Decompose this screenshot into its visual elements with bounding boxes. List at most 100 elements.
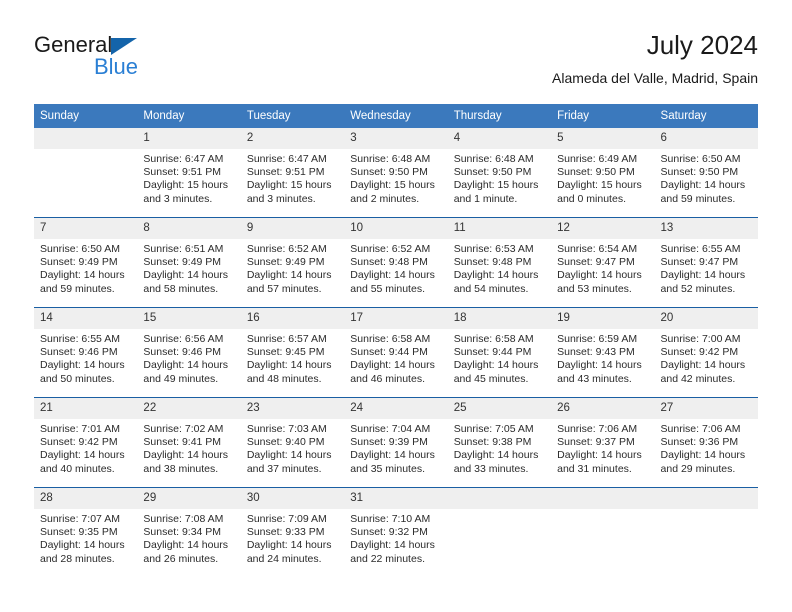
sunrise-text: Sunrise: 6:55 AM (660, 243, 741, 255)
day-cell[interactable]: 9 Sunrise: 6:52 AM Sunset: 9:49 PM Daylight… (240, 218, 345, 307)
day-details: Sunrise: 7:10 AM Sunset: 9:32 PM Daylight:… (344, 509, 447, 566)
daylight-text: Daylight: 14 hours and 49 minutes. (143, 359, 229, 385)
week-row: 1 Sunrise: 6:47 AM Sunset: 9:51 PM Daylight… (34, 128, 758, 217)
calendar-body: 1 Sunrise: 6:47 AM Sunset: 9:51 PM Daylight… (34, 128, 758, 577)
day-number: 12 (551, 218, 655, 239)
sunset-text: Sunset: 9:50 PM (453, 166, 532, 179)
day-details: Sunrise: 6:58 AM Sunset: 9:44 PM Daylight:… (344, 329, 447, 386)
daylight-text: Daylight: 15 hours and 2 minutes. (350, 179, 435, 205)
day-number: 11 (447, 218, 552, 239)
day-cell[interactable] (654, 488, 758, 577)
sunset-text: Sunset: 9:47 PM (660, 256, 739, 269)
day-cell[interactable]: 20 Sunrise: 7:00 AM Sunset: 9:42 PM Dayligh… (654, 308, 758, 397)
day-cell[interactable]: 6 Sunrise: 6:50 AM Sunset: 9:50 PM Daylight… (654, 128, 758, 217)
sunrise-text: Sunrise: 6:57 AM (246, 333, 327, 345)
day-cell[interactable]: 2 Sunrise: 6:47 AM Sunset: 9:51 PM Daylight… (240, 128, 345, 217)
day-details: Sunrise: 6:57 AM Sunset: 9:45 PM Daylight:… (241, 329, 344, 386)
day-number: 27 (654, 398, 758, 419)
day-number: 25 (447, 398, 552, 419)
day-details: Sunrise: 6:58 AM Sunset: 9:44 PM Daylight:… (448, 329, 551, 386)
day-cell[interactable] (34, 128, 138, 217)
sunrise-text: Sunrise: 7:08 AM (143, 513, 224, 525)
sunset-text: Sunset: 9:41 PM (143, 436, 222, 449)
day-cell[interactable]: 5 Sunrise: 6:49 AM Sunset: 9:50 PM Daylight… (551, 128, 655, 217)
day-number: 10 (344, 218, 448, 239)
day-number: 30 (240, 488, 345, 509)
day-details: Sunrise: 6:49 AM Sunset: 9:50 PM Daylight:… (551, 149, 654, 206)
day-cell[interactable]: 30 Sunrise: 7:09 AM Sunset: 9:33 PM Dayligh… (240, 488, 345, 577)
day-cell[interactable]: 10 Sunrise: 6:52 AM Sunset: 9:48 PM Dayligh… (344, 218, 448, 307)
sunrise-text: Sunrise: 6:54 AM (557, 243, 638, 255)
day-cell[interactable]: 3 Sunrise: 6:48 AM Sunset: 9:50 PM Daylight… (344, 128, 448, 217)
day-cell[interactable]: 24 Sunrise: 7:04 AM Sunset: 9:39 PM Dayligh… (344, 398, 448, 487)
day-number: 3 (344, 128, 448, 149)
day-cell[interactable]: 8 Sunrise: 6:51 AM Sunset: 9:49 PM Daylight… (137, 218, 241, 307)
day-cell[interactable]: 19 Sunrise: 6:59 AM Sunset: 9:43 PM Dayligh… (551, 308, 655, 397)
day-cell[interactable]: 13 Sunrise: 6:55 AM Sunset: 9:47 PM Dayligh… (654, 218, 758, 307)
general-blue-logo[interactable]: General Blue (34, 32, 214, 88)
day-cell[interactable]: 7 Sunrise: 6:50 AM Sunset: 9:49 PM Daylight… (34, 218, 138, 307)
sunrise-text: Sunrise: 7:05 AM (453, 423, 534, 435)
day-cell[interactable]: 4 Sunrise: 6:48 AM Sunset: 9:50 PM Daylight… (447, 128, 552, 217)
sunset-text: Sunset: 9:51 PM (143, 166, 222, 179)
day-cell[interactable]: 12 Sunrise: 6:54 AM Sunset: 9:47 PM Dayligh… (551, 218, 655, 307)
title-block: July 2024 Alameda del Valle, Madrid, Spa… (552, 28, 758, 88)
day-details: Sunrise: 7:07 AM Sunset: 9:35 PM Daylight:… (34, 509, 137, 566)
daylight-text: Daylight: 14 hours and 52 minutes. (660, 269, 746, 295)
sunrise-text: Sunrise: 6:48 AM (350, 153, 431, 165)
day-cell[interactable]: 31 Sunrise: 7:10 AM Sunset: 9:32 PM Dayligh… (344, 488, 448, 577)
day-number: 20 (654, 308, 758, 329)
sunset-text: Sunset: 9:33 PM (246, 526, 325, 539)
weekday-header-friday: Friday (551, 104, 655, 128)
day-cell[interactable]: 14 Sunrise: 6:55 AM Sunset: 9:46 PM Dayligh… (34, 308, 138, 397)
day-cell[interactable]: 27 Sunrise: 7:06 AM Sunset: 9:36 PM Dayligh… (654, 398, 758, 487)
sunset-text: Sunset: 9:45 PM (246, 346, 325, 359)
day-number: 21 (34, 398, 138, 419)
sunrise-text: Sunrise: 6:55 AM (40, 333, 120, 345)
day-number: 29 (137, 488, 241, 509)
daylight-text: Daylight: 14 hours and 22 minutes. (350, 539, 435, 565)
day-number: 7 (34, 218, 138, 239)
day-cell[interactable]: 18 Sunrise: 6:58 AM Sunset: 9:44 PM Dayligh… (447, 308, 552, 397)
day-details: Sunrise: 6:56 AM Sunset: 9:46 PM Daylight:… (137, 329, 240, 386)
page-title: July 2024 (646, 30, 758, 60)
week-row: 28 Sunrise: 7:07 AM Sunset: 9:35 PM Dayligh… (34, 488, 758, 577)
sunrise-text: Sunrise: 7:06 AM (660, 423, 741, 435)
day-number: 16 (240, 308, 345, 329)
daylight-text: Daylight: 14 hours and 43 minutes. (557, 359, 642, 385)
day-cell[interactable]: 1 Sunrise: 6:47 AM Sunset: 9:51 PM Daylight… (137, 128, 241, 217)
sunset-text: Sunset: 9:49 PM (143, 256, 222, 269)
day-cell[interactable]: 25 Sunrise: 7:05 AM Sunset: 9:38 PM Dayligh… (447, 398, 552, 487)
day-cell[interactable] (551, 488, 655, 577)
weekday-header-saturday: Saturday (654, 104, 758, 128)
sunrise-text: Sunrise: 6:49 AM (557, 153, 638, 165)
sunset-text: Sunset: 9:49 PM (246, 256, 325, 269)
day-cell[interactable]: 15 Sunrise: 6:56 AM Sunset: 9:46 PM Dayligh… (137, 308, 241, 397)
sunrise-text: Sunrise: 6:53 AM (453, 243, 534, 255)
sunset-text: Sunset: 9:46 PM (143, 346, 222, 359)
day-cell[interactable]: 22 Sunrise: 7:02 AM Sunset: 9:41 PM Dayligh… (137, 398, 241, 487)
day-cell[interactable]: 17 Sunrise: 6:58 AM Sunset: 9:44 PM Dayligh… (344, 308, 448, 397)
day-cell[interactable]: 29 Sunrise: 7:08 AM Sunset: 9:34 PM Dayligh… (137, 488, 241, 577)
day-details: Sunrise: 6:47 AM Sunset: 9:51 PM Daylight:… (137, 149, 240, 206)
day-cell[interactable]: 28 Sunrise: 7:07 AM Sunset: 9:35 PM Dayligh… (34, 488, 138, 577)
day-number: 26 (551, 398, 655, 419)
day-number (447, 488, 552, 509)
page-subtitle: Alameda del Valle, Madrid, Spain (552, 70, 758, 86)
sunset-text: Sunset: 9:51 PM (246, 166, 325, 179)
daylight-text: Daylight: 15 hours and 3 minutes. (143, 179, 229, 205)
day-details: Sunrise: 6:48 AM Sunset: 9:50 PM Daylight:… (344, 149, 447, 206)
day-cell[interactable]: 26 Sunrise: 7:06 AM Sunset: 9:37 PM Dayligh… (551, 398, 655, 487)
day-cell[interactable] (447, 488, 552, 577)
day-details (551, 509, 654, 513)
day-cell[interactable]: 23 Sunrise: 7:03 AM Sunset: 9:40 PM Dayligh… (240, 398, 345, 487)
day-cell[interactable]: 21 Sunrise: 7:01 AM Sunset: 9:42 PM Dayligh… (34, 398, 138, 487)
day-number: 18 (447, 308, 552, 329)
day-number: 14 (34, 308, 138, 329)
day-cell[interactable]: 16 Sunrise: 6:57 AM Sunset: 9:45 PM Dayligh… (240, 308, 345, 397)
daylight-text: Daylight: 14 hours and 42 minutes. (660, 359, 746, 385)
week-row: 7 Sunrise: 6:50 AM Sunset: 9:49 PM Daylight… (34, 218, 758, 307)
day-cell[interactable]: 11 Sunrise: 6:53 AM Sunset: 9:48 PM Dayligh… (447, 218, 552, 307)
sunset-text: Sunset: 9:44 PM (350, 346, 428, 359)
daylight-text: Daylight: 15 hours and 1 minute. (453, 179, 539, 205)
